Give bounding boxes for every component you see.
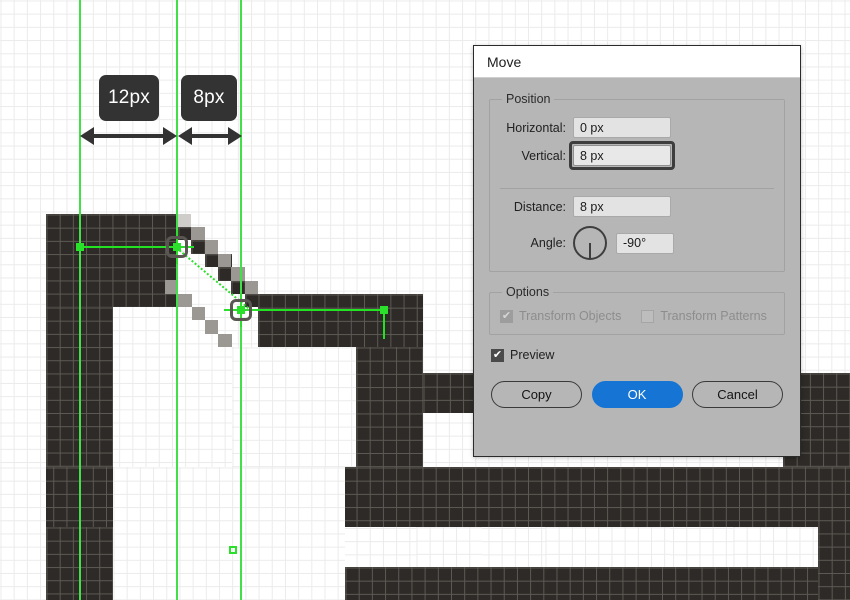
arrow-bar: [188, 134, 232, 138]
move-dialog[interactable]: Move Position Horizontal: 0 px Vertical:…: [473, 45, 801, 457]
angle-dial-needle: [589, 243, 591, 258]
anchor-point-4[interactable]: [380, 306, 388, 314]
dialog-titlebar: Move: [474, 46, 800, 78]
angle-label: Angle:: [530, 236, 566, 250]
horizontal-label: Horizontal:: [506, 120, 566, 135]
shape-edge-aa-8: [178, 294, 192, 307]
copy-button[interactable]: Copy: [491, 381, 582, 408]
angle-row: Angle: -90°: [500, 226, 774, 260]
position-group: Position Horizontal: 0 px Vertical: 8 px…: [489, 92, 785, 272]
arrow-head-left-icon: [178, 127, 192, 145]
transform-objects-label: Transform Objects: [519, 309, 622, 323]
shape-edge-aa-1: [178, 214, 191, 227]
vertical-label: Vertical:: [521, 148, 566, 163]
position-group-divider: [500, 178, 774, 189]
measurement-arrow-2: [178, 127, 242, 145]
transform-patterns-label: Transform Patterns: [660, 309, 767, 323]
knockout-window-4: [545, 527, 670, 567]
transform-objects-checkbox: ✔: [500, 309, 513, 323]
illustrator-window: 12px 8px Move Position Horizontal: 0 px …: [0, 0, 850, 600]
ok-button[interactable]: OK: [591, 381, 683, 408]
shape-top-left-block: [46, 214, 178, 307]
transform-patterns-checkbox: [641, 309, 655, 323]
horizontal-row: Horizontal: 0 px: [500, 117, 774, 138]
shape-bottom-right-leg: [818, 467, 850, 600]
vertical-row: Vertical: 8 px: [500, 141, 774, 170]
dialog-button-row: Copy OK Cancel: [491, 381, 783, 408]
arrow-head-right-icon: [228, 127, 242, 145]
measurement-label-2: 8px: [193, 87, 225, 108]
arrow-bar: [90, 134, 167, 138]
measurement-arrow-1: [80, 127, 177, 145]
guide-vertical-1: [79, 0, 81, 600]
measurement-tag-8px: 8px: [181, 75, 237, 121]
distance-input[interactable]: 8 px: [573, 196, 671, 217]
arrow-head-left-icon: [80, 127, 94, 145]
knockout-window-3: [416, 527, 482, 567]
measurement-tag-12px: 12px: [99, 75, 159, 121]
shape-edge-aa-5: [231, 267, 245, 281]
cancel-button[interactable]: Cancel: [692, 381, 783, 408]
anchor-point-3[interactable]: [76, 243, 84, 251]
dialog-body: Position Horizontal: 0 px Vertical: 8 px…: [474, 78, 800, 408]
angle-input[interactable]: -90°: [616, 232, 674, 254]
options-group-legend: Options: [506, 285, 550, 299]
vertical-input-focus-ring: 8 px: [569, 141, 675, 170]
options-group: Options ✔ Transform Objects Transform Pa…: [489, 285, 785, 335]
shape-edge-aa-9: [192, 307, 205, 320]
anchor-point-1[interactable]: [173, 243, 181, 251]
guide-vertical-2: [176, 0, 178, 600]
distance-label: Distance:: [513, 199, 566, 214]
preview-row[interactable]: ✔ Preview: [491, 348, 785, 362]
horizontal-input[interactable]: 0 px: [573, 117, 671, 138]
shape-mid-column: [356, 347, 423, 467]
options-checkbox-row: ✔ Transform Objects Transform Patterns: [500, 309, 774, 323]
dialog-title: Move: [487, 53, 522, 70]
angle-dial-icon[interactable]: [573, 226, 607, 260]
position-group-legend: Position: [506, 92, 551, 106]
shape-edge-aa-11: [218, 334, 232, 347]
shape-edge-aa-2: [191, 227, 205, 240]
distance-row: Distance: 8 px: [500, 196, 774, 217]
shape-mid-band: [258, 294, 423, 347]
anchor-point-2[interactable]: [237, 306, 245, 314]
preview-label: Preview: [510, 348, 555, 362]
knockout-window-5: [733, 527, 818, 567]
knockout-under-mid-band: [232, 347, 356, 467]
vertical-input[interactable]: 8 px: [573, 145, 671, 166]
preview-checkbox[interactable]: ✔: [491, 348, 504, 362]
knockout-window-2: [113, 467, 345, 600]
shape-edge-aa-10: [205, 320, 218, 334]
anchor-point-hollow[interactable]: [229, 546, 237, 554]
shape-edge-aa-3: [205, 240, 218, 254]
shape-edge-aa-4: [218, 254, 231, 267]
shape-bottom-lower-band: [345, 567, 850, 600]
knockout-window-1: [0, 467, 46, 600]
path-segment-mid[interactable]: [241, 309, 384, 311]
arrow-head-right-icon: [163, 127, 177, 145]
shape-edge-aa-6: [245, 281, 258, 294]
measurement-label-1: 12px: [107, 87, 150, 108]
